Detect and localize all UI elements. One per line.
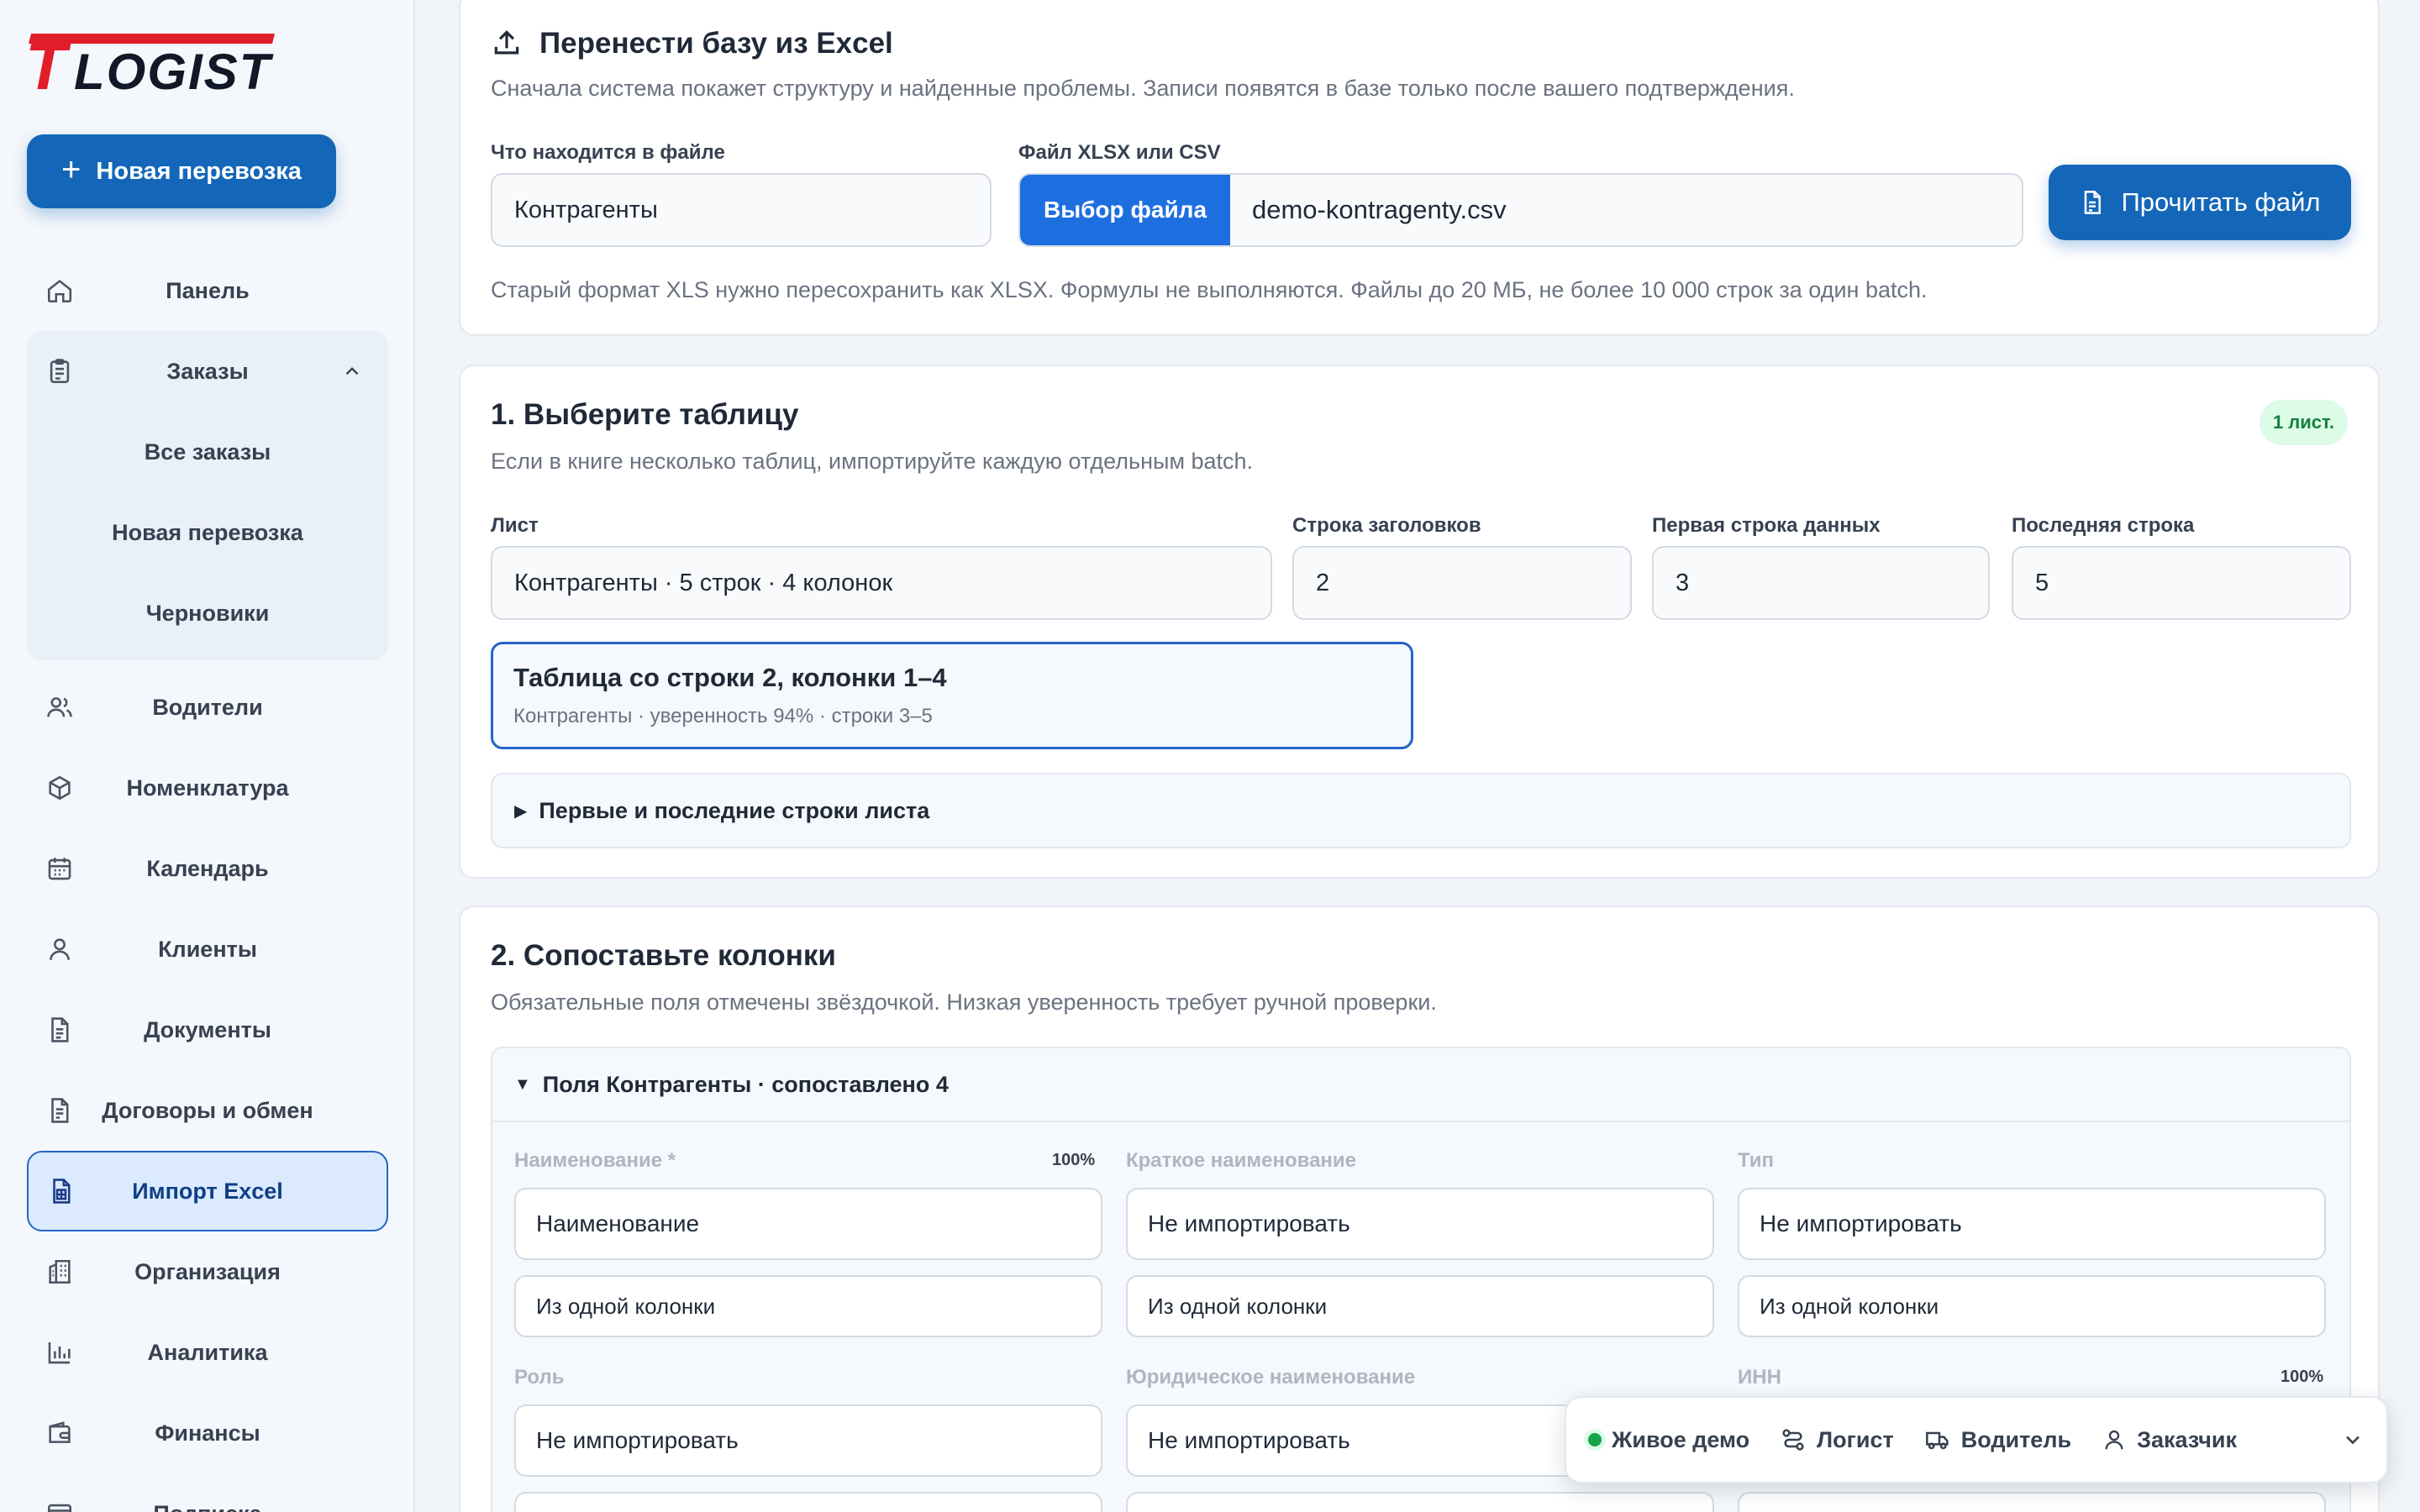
chevron-up-icon[interactable]	[341, 360, 363, 382]
first-row-input[interactable]: 3	[1652, 546, 1990, 620]
step2-subtitle: Обязательные поля отмечены звёздочкой. Н…	[491, 990, 1437, 1015]
user-icon	[45, 935, 74, 963]
sidebar-item-drivers[interactable]: Водители	[27, 667, 388, 748]
status-dot	[1588, 1433, 1602, 1446]
field-select-role[interactable]: Не импортировать	[514, 1404, 1102, 1477]
package-icon	[45, 774, 74, 802]
file-name: demo-kontragenty.csv	[1252, 195, 1507, 224]
sidebar-item-subscription[interactable]: Подписка	[27, 1473, 388, 1512]
upload-icon	[491, 27, 523, 59]
chevron-down-icon[interactable]	[2341, 1428, 2365, 1452]
field-label-short-name: Краткое наименование	[1126, 1149, 1357, 1172]
sheets-count-badge: 1 лист.	[2259, 400, 2348, 445]
header-row-input[interactable]: 2	[1292, 546, 1632, 620]
sidebar-group-orders: Заказы Все заказы Новая перевозка Чернов…	[27, 331, 388, 660]
last-row-input[interactable]: 5	[2012, 546, 2351, 620]
read-file-button[interactable]: Прочитать файл	[2049, 165, 2351, 240]
sidebar-item-import-excel[interactable]: Импорт Excel	[27, 1151, 388, 1231]
plus-icon: +	[61, 151, 82, 188]
select-table-card: 1. Выберите таблицу 1 лист. Если в книге…	[459, 365, 2380, 879]
last-row-label: Последняя строка	[2012, 514, 2195, 537]
field-label-name: Наименование *	[514, 1149, 676, 1172]
sidebar-item-calendar[interactable]: Календарь	[27, 828, 388, 909]
sidebar-subitem-new-shipment[interactable]: Новая перевозка	[27, 492, 388, 573]
field-mode-role[interactable]	[514, 1492, 1102, 1512]
sidebar: T LOGIST + Новая перевозка Панель Заказы	[0, 0, 415, 1512]
step2-title: 2. Сопоставьте колонки	[491, 939, 836, 972]
field-label-inn: ИНН	[1738, 1366, 1781, 1389]
sidebar-item-contracts[interactable]: Договоры и обмен	[27, 1070, 388, 1151]
field-mode-legal-name[interactable]	[1126, 1492, 1714, 1512]
building-icon	[45, 1257, 74, 1286]
field-mode-inn[interactable]	[1738, 1492, 2326, 1512]
field-mode-short-name[interactable]: Из одной колонки	[1126, 1275, 1714, 1337]
file-icon	[2079, 189, 2106, 216]
brand-logo[interactable]: T LOGIST	[25, 30, 277, 97]
sidebar-item-nomenclature[interactable]: Номенклатура	[27, 748, 388, 828]
role-logist-button[interactable]: Логист	[1780, 1426, 1894, 1453]
role-driver-button[interactable]: Водитель	[1924, 1426, 2071, 1453]
detected-table-title: Таблица со строки 2, колонки 1–4	[513, 663, 947, 692]
new-shipment-button[interactable]: + Новая перевозка	[27, 134, 336, 208]
step1-title: 1. Выберите таблицу	[491, 398, 799, 431]
sidebar-item-organization[interactable]: Организация	[27, 1231, 388, 1312]
sidebar-item-clients[interactable]: Клиенты	[27, 909, 388, 990]
field-label-role: Роль	[514, 1366, 565, 1389]
triangle-right-icon: ▶	[514, 801, 528, 821]
detected-table-details: Контрагенты · уверенность 94% · строки 3…	[513, 705, 933, 727]
card-icon	[45, 1499, 74, 1512]
truck-icon	[1924, 1426, 1951, 1453]
field-select-short-name[interactable]: Не импортировать	[1126, 1188, 1714, 1260]
sheet-label: Лист	[491, 514, 539, 537]
demo-role-switcher: Живое демо Логист Водитель Заказчик	[1565, 1396, 2388, 1483]
detected-table-option[interactable]: Таблица со строки 2, колонки 1–4 Контраг…	[491, 642, 1413, 749]
content-type-select[interactable]: Контрагенты	[491, 173, 992, 247]
field-mode-name[interactable]: Из одной колонки	[514, 1275, 1102, 1337]
file-input[interactable]: Выбор файла demo-kontragenty.csv	[1018, 173, 2023, 247]
header-row-label: Строка заголовков	[1292, 514, 1481, 537]
sidebar-item-documents[interactable]: Документы	[27, 990, 388, 1070]
sheet-preview-toggle[interactable]: ▶ Первые и последние строки листа	[491, 773, 2351, 848]
choose-file-button[interactable]: Выбор файла	[1020, 175, 1230, 245]
user-icon	[2102, 1427, 2127, 1452]
spreadsheet-icon	[47, 1177, 76, 1205]
content-type-label: Что находится в файле	[491, 141, 725, 164]
file-label: Файл XLSX или CSV	[1018, 141, 1221, 164]
upload-hint: Старый формат XLS нужно пересохранить ка…	[491, 277, 1928, 302]
field-mode-type[interactable]: Из одной колонки	[1738, 1275, 2326, 1337]
field-confidence-name: 100%	[1052, 1151, 1096, 1169]
field-select-name[interactable]: Наименование	[514, 1188, 1102, 1260]
field-label-type: Тип	[1738, 1149, 1774, 1172]
document-icon	[45, 1016, 74, 1044]
sidebar-item-dashboard[interactable]: Панель	[27, 250, 388, 331]
sidebar-nav: Панель Заказы Все заказы Новая перевозка…	[27, 250, 388, 1512]
users-icon	[45, 693, 74, 722]
sidebar-subitem-all-orders[interactable]: Все заказы	[27, 412, 388, 492]
sidebar-item-finance[interactable]: Финансы	[27, 1393, 388, 1473]
wallet-icon	[45, 1419, 74, 1447]
first-row-label: Первая строка данных	[1652, 514, 1881, 537]
role-customer-button[interactable]: Заказчик	[2102, 1427, 2237, 1453]
field-select-type[interactable]: Не импортировать	[1738, 1188, 2326, 1260]
sidebar-subitem-drafts[interactable]: Черновики	[27, 573, 388, 654]
step1-subtitle: Если в книге несколько таблиц, импортиру…	[491, 449, 1254, 474]
upload-title: Перенести базу из Excel	[539, 27, 893, 60]
calendar-icon	[45, 854, 74, 883]
live-demo-indicator: Живое демо	[1588, 1427, 1749, 1453]
contract-icon	[45, 1096, 74, 1125]
field-confidence-inn: 100%	[2281, 1368, 2324, 1386]
fields-panel-toggle[interactable]: ▼ Поля Контрагенты · сопоставлено 4	[492, 1048, 2349, 1122]
upload-subtitle: Сначала система покажет структуру и найд…	[491, 76, 1795, 101]
home-icon	[45, 276, 74, 305]
triangle-down-icon: ▼	[514, 1074, 531, 1094]
route-icon	[1780, 1426, 1807, 1453]
sidebar-item-orders[interactable]: Заказы	[27, 331, 388, 412]
field-label-legal-name: Юридическое наименование	[1126, 1366, 1416, 1389]
upload-card: Перенести базу из Excel Сначала система …	[459, 0, 2380, 336]
svg-text:LOGIST: LOGIST	[74, 44, 274, 97]
sidebar-item-analytics[interactable]: Аналитика	[27, 1312, 388, 1393]
chart-icon	[45, 1338, 74, 1367]
sheet-select[interactable]: Контрагенты · 5 строк · 4 колонок	[491, 546, 1272, 620]
clipboard-icon	[45, 357, 74, 386]
